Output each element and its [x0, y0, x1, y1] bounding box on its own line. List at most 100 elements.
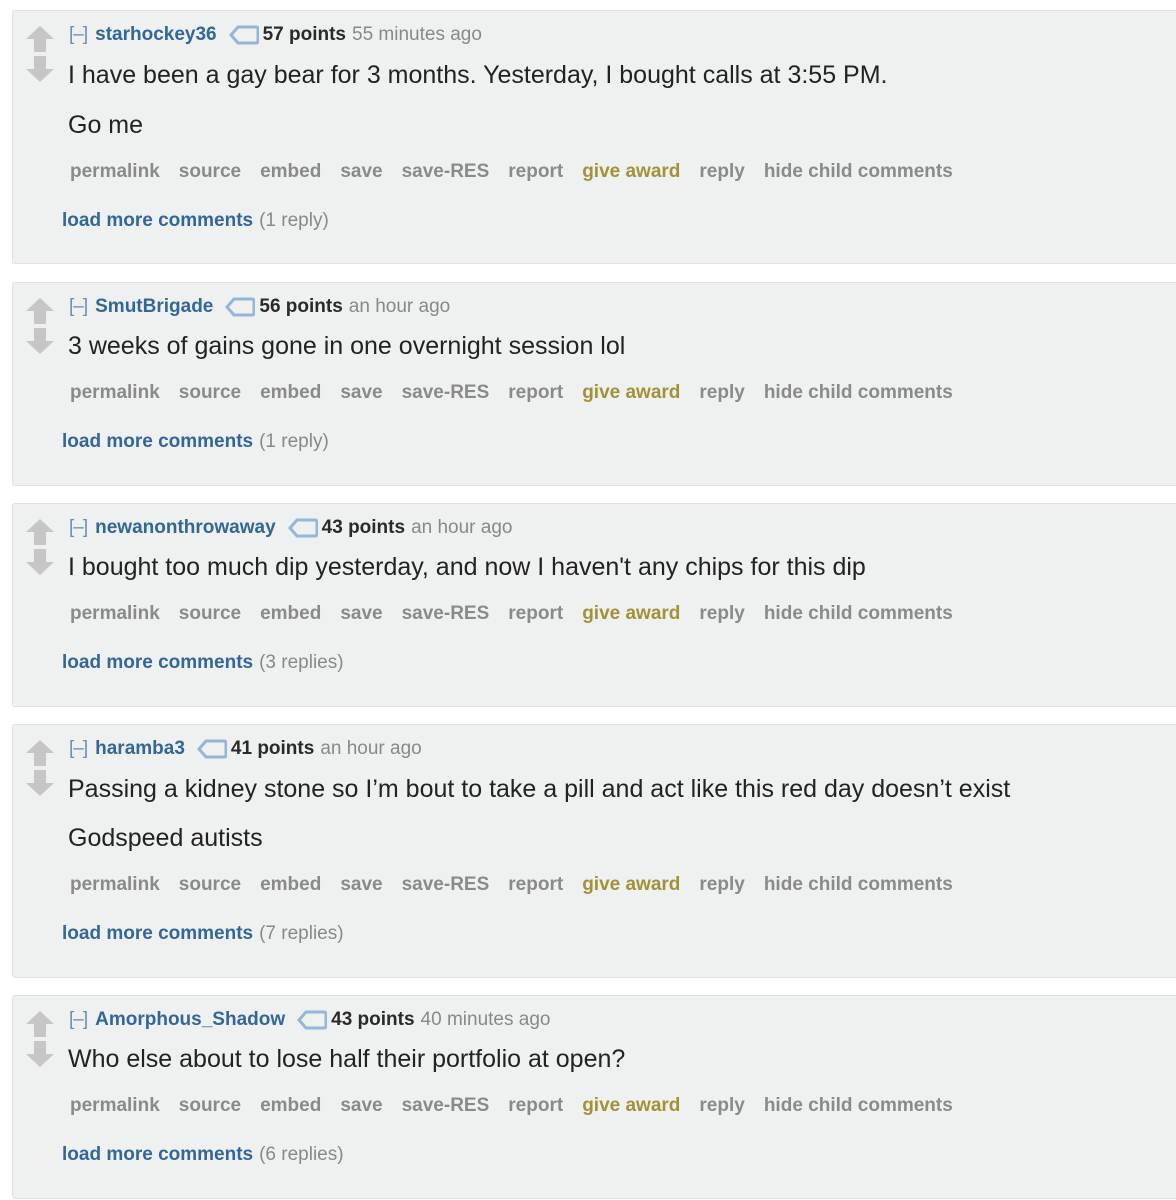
save-res-button[interactable]: save-RES: [402, 1095, 490, 1117]
comment-body-line: Go me: [68, 111, 144, 139]
tag-icon: [297, 1010, 328, 1030]
comment-thread: [–] starhockey36 57 points 55 minutes ag…: [0, 0, 1176, 1200]
reply-button[interactable]: reply: [699, 603, 744, 625]
load-more-comments-link[interactable]: load more comments: [62, 923, 253, 944]
give-award-button[interactable]: give award: [582, 874, 680, 896]
upvote-arrow-icon[interactable]: [25, 1010, 55, 1038]
reply-button[interactable]: reply: [699, 1095, 744, 1117]
embed-button[interactable]: embed: [260, 874, 321, 896]
reply-count: (7 replies): [259, 923, 344, 944]
embed-button[interactable]: embed: [260, 382, 321, 404]
author-link[interactable]: haramba3: [95, 738, 185, 760]
vote-controls: [25, 739, 55, 799]
source-button[interactable]: source: [179, 161, 241, 183]
give-award-button[interactable]: give award: [582, 382, 680, 404]
comment-actions: permalink source embed save save-RES rep…: [70, 1095, 953, 1117]
save-button[interactable]: save: [340, 161, 382, 183]
comment: [–] Amorphous_Shadow 43 points 40 minute…: [12, 995, 1176, 1199]
permalink-button[interactable]: permalink: [70, 603, 160, 625]
load-more-comments: load more comments (6 replies): [62, 1144, 344, 1166]
load-more-comments: load more comments (7 replies): [62, 923, 344, 945]
save-res-button[interactable]: save-RES: [402, 874, 490, 896]
collapse-toggle[interactable]: [–]: [69, 517, 88, 539]
save-res-button[interactable]: save-RES: [402, 382, 490, 404]
report-button[interactable]: report: [508, 603, 563, 625]
comment-body-line: Who else about to lose half their portfo…: [68, 1045, 626, 1073]
permalink-button[interactable]: permalink: [70, 1095, 160, 1117]
load-more-comments-link[interactable]: load more comments: [62, 652, 253, 673]
comment-body-line: Godspeed autists: [68, 824, 263, 852]
author-link[interactable]: SmutBrigade: [95, 296, 213, 318]
comment-body-line: I have been a gay bear for 3 months. Yes…: [68, 61, 888, 89]
embed-button[interactable]: embed: [260, 161, 321, 183]
upvote-arrow-icon[interactable]: [25, 518, 55, 546]
comment-score: 43 points: [321, 517, 406, 538]
comment-tagline: [–] newanonthrowaway 43 points an hour a…: [69, 516, 512, 540]
hide-child-comments-button[interactable]: hide child comments: [764, 382, 953, 404]
save-res-button[interactable]: save-RES: [402, 603, 490, 625]
report-button[interactable]: report: [508, 161, 563, 183]
hide-child-comments-button[interactable]: hide child comments: [764, 603, 953, 625]
comment-tagline: [–] starhockey36 57 points 55 minutes ag…: [69, 23, 482, 47]
downvote-arrow-icon[interactable]: [25, 548, 55, 576]
reply-button[interactable]: reply: [699, 382, 744, 404]
comment-timestamp: an hour ago: [320, 738, 422, 759]
permalink-button[interactable]: permalink: [70, 382, 160, 404]
report-button[interactable]: report: [508, 382, 563, 404]
report-button[interactable]: report: [508, 1095, 563, 1117]
load-more-comments: load more comments (1 reply): [62, 210, 329, 232]
downvote-arrow-icon[interactable]: [25, 327, 55, 355]
hide-child-comments-button[interactable]: hide child comments: [764, 161, 953, 183]
author-link[interactable]: newanonthrowaway: [95, 517, 276, 539]
downvote-arrow-icon[interactable]: [25, 55, 55, 83]
source-button[interactable]: source: [179, 1095, 241, 1117]
give-award-button[interactable]: give award: [582, 1095, 680, 1117]
comment-timestamp: 55 minutes ago: [352, 24, 482, 45]
report-button[interactable]: report: [508, 874, 563, 896]
comment-score: 57 points: [262, 24, 346, 45]
source-button[interactable]: source: [179, 603, 241, 625]
comment-timestamp: an hour ago: [411, 517, 513, 538]
author-link[interactable]: Amorphous_Shadow: [95, 1009, 285, 1031]
save-button[interactable]: save: [340, 382, 382, 404]
source-button[interactable]: source: [179, 874, 241, 896]
hide-child-comments-button[interactable]: hide child comments: [764, 1095, 953, 1117]
give-award-button[interactable]: give award: [582, 161, 680, 183]
tag-icon: [228, 25, 259, 45]
load-more-comments-link[interactable]: load more comments: [62, 210, 253, 231]
reply-button[interactable]: reply: [699, 161, 744, 183]
upvote-arrow-icon[interactable]: [25, 739, 55, 767]
load-more-comments-link[interactable]: load more comments: [62, 1144, 253, 1165]
upvote-arrow-icon[interactable]: [25, 25, 55, 53]
load-more-comments-link[interactable]: load more comments: [62, 431, 253, 452]
comment-tagline: [–] SmutBrigade 56 points an hour ago: [69, 295, 450, 319]
comment-body-line: I bought too much dip yesterday, and now…: [68, 553, 866, 581]
embed-button[interactable]: embed: [260, 603, 321, 625]
author-link[interactable]: starhockey36: [95, 24, 216, 46]
save-button[interactable]: save: [340, 1095, 382, 1117]
hide-child-comments-button[interactable]: hide child comments: [764, 874, 953, 896]
reply-count: (3 replies): [259, 652, 344, 673]
permalink-button[interactable]: permalink: [70, 874, 160, 896]
collapse-toggle[interactable]: [–]: [69, 738, 88, 760]
comment: [–] newanonthrowaway 43 points an hour a…: [12, 503, 1176, 707]
downvote-arrow-icon[interactable]: [25, 769, 55, 797]
reply-count: (1 reply): [259, 210, 329, 231]
embed-button[interactable]: embed: [260, 1095, 321, 1117]
give-award-button[interactable]: give award: [582, 603, 680, 625]
reply-count: (1 reply): [259, 431, 329, 452]
collapse-toggle[interactable]: [–]: [69, 1009, 88, 1031]
reply-button[interactable]: reply: [699, 874, 744, 896]
save-button[interactable]: save: [340, 874, 382, 896]
permalink-button[interactable]: permalink: [70, 161, 160, 183]
upvote-arrow-icon[interactable]: [25, 297, 55, 325]
save-res-button[interactable]: save-RES: [402, 161, 490, 183]
collapse-toggle[interactable]: [–]: [69, 24, 88, 46]
tag-icon: [196, 739, 227, 759]
downvote-arrow-icon[interactable]: [25, 1040, 55, 1068]
save-button[interactable]: save: [340, 603, 382, 625]
comment: [–] starhockey36 57 points 55 minutes ag…: [12, 10, 1176, 264]
collapse-toggle[interactable]: [–]: [69, 296, 88, 318]
comment-actions: permalink source embed save save-RES rep…: [70, 874, 953, 896]
source-button[interactable]: source: [179, 382, 241, 404]
